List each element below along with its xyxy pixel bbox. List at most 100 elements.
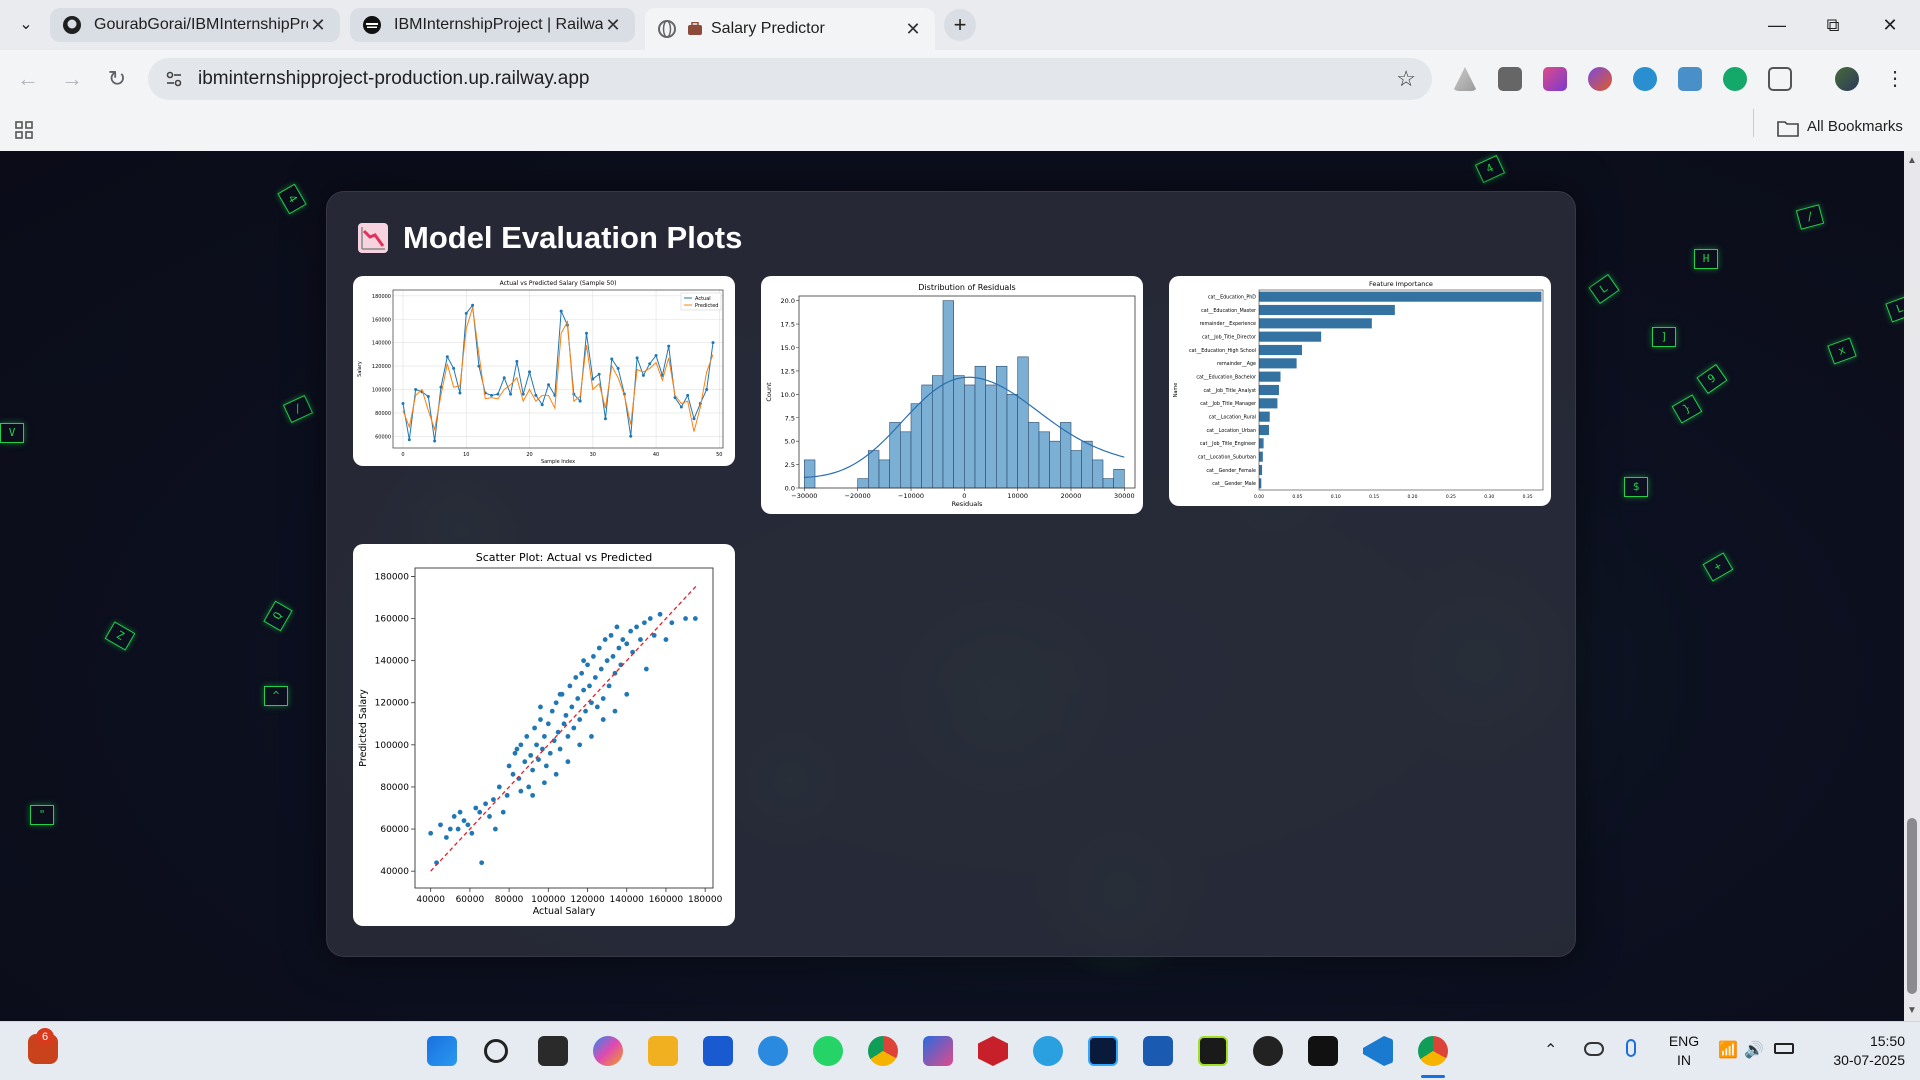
matrix-glyph: Z [104,621,136,651]
matrix-glyph: ] [1652,327,1676,347]
y-tick-label: 160000 [372,317,391,323]
legend-label: Predicted [695,303,718,309]
task-view-icon[interactable] [538,1036,568,1066]
microphone-icon[interactable] [1626,1039,1636,1057]
store-icon[interactable] [703,1036,733,1066]
scatter-point [587,683,592,689]
onedrive-icon[interactable] [1584,1042,1604,1056]
close-icon[interactable]: ✕ [603,15,623,36]
search-icon[interactable] [484,1039,508,1063]
obs-icon[interactable] [1253,1036,1283,1066]
wifi-icon[interactable]: 📶 [1718,1040,1738,1060]
scatter-point [518,742,524,748]
scatter-point [553,700,559,706]
telegram-icon[interactable] [1033,1036,1063,1066]
scatter-point [524,734,530,739]
close-icon[interactable]: ✕ [903,19,923,40]
plot-card-feature-importance[interactable]: Feature Importance cat__Education_PhD cat_… [1169,276,1551,506]
clock-date[interactable]: 30-07-2025 [1805,1052,1905,1068]
vscode-icon[interactable] [1363,1036,1393,1066]
browser-toolbar: ← → ↻ ibminternshipproject-production.up… [0,50,1920,108]
x-tick-label: −20000 [845,492,871,500]
extensions-puzzle-icon[interactable] [1768,67,1792,91]
new-tab-plus-icon[interactable]: + [944,9,976,41]
extension-window-icon[interactable] [1498,67,1522,91]
reload-icon[interactable]: ↻ [101,63,133,95]
back-arrow-icon[interactable]: ← [12,63,44,95]
avatar[interactable] [1835,67,1859,91]
category-label: cat__Education_PhD [1208,294,1256,300]
apps-grid-icon[interactable] [14,120,34,140]
scatter-point [522,759,528,765]
site-info-icon[interactable] [164,69,184,89]
evaluation-panel: Model Evaluation Plots Actual vs Predict… [326,191,1576,957]
extension-chat-icon[interactable] [1633,67,1657,91]
bookmark-star-icon[interactable]: ☆ [1396,66,1416,92]
scatter-point [530,792,536,798]
start-windows-icon[interactable] [427,1036,457,1066]
scatter-point [500,809,506,815]
all-bookmarks-link[interactable]: All Bookmarks [1807,118,1903,135]
tray-chevron-up-icon[interactable]: ⌃ [1544,1040,1557,1060]
scatter-point [477,809,483,815]
x-tick-label: 40 [653,452,659,458]
help-icon[interactable] [758,1036,788,1066]
page-scrollbar[interactable]: ▲ ▼ [1904,151,1920,1021]
histogram-bar [1006,394,1018,489]
photoshop-icon[interactable] [1088,1036,1118,1066]
scatter-point [443,835,449,840]
data-point-actual [635,356,639,360]
window-close-icon[interactable]: ✕ [1870,10,1910,40]
volume-icon[interactable]: 🔊 [1744,1040,1764,1060]
y-axis-label: Count [765,382,773,402]
box-app-icon[interactable] [1308,1036,1338,1066]
shield-app-icon[interactable] [978,1036,1008,1066]
tab-railway[interactable]: IBMInternshipProject | Railway ✕ [350,8,635,42]
extension-flag-icon[interactable] [1543,67,1567,91]
chrome-icon[interactable] [868,1036,898,1066]
pycharm-icon[interactable] [1198,1036,1228,1066]
battery-icon[interactable] [1774,1043,1794,1054]
importance-bar [1259,291,1542,302]
clock-time[interactable]: 15:50 [1815,1033,1905,1049]
y-tick-label: 180000 [372,294,391,300]
x-tick-label: 100000 [531,895,566,905]
forward-arrow-icon[interactable]: → [56,63,88,95]
extension-triangle-icon[interactable] [1453,67,1477,91]
restore-icon[interactable]: ⧉ [1813,10,1853,40]
copilot-icon[interactable] [593,1036,623,1066]
x-tick-label: 0.10 [1331,494,1341,500]
chrome-profile-icon[interactable] [1418,1036,1448,1066]
tab-salary-predictor[interactable]: Salary Predictor ✕ [645,8,935,50]
data-point-actual [547,383,551,387]
plot-card-scatter[interactable]: Scatter Plot: Actual vs Predicted 40000 60… [353,544,735,926]
extension-pdf-icon[interactable] [1678,67,1702,91]
extension-upwork-icon[interactable] [1723,67,1747,91]
plot-card-residuals[interactable]: Distribution of Residuals −30000 −20000 −10… [761,276,1143,514]
x-tick-label: 30 [590,452,596,458]
scatter-point [596,645,602,651]
matrix-glyph: " [30,805,54,825]
file-explorer-icon[interactable] [648,1036,678,1066]
scrollbar-thumb[interactable] [1907,818,1917,994]
extension-flame-icon[interactable] [1588,67,1612,91]
language-indicator[interactable]: ENG [1664,1033,1704,1049]
whatsapp-icon[interactable] [813,1036,843,1066]
minimize-icon[interactable]: — [1757,10,1797,40]
category-label: remainder__Age [1217,361,1256,367]
word-icon[interactable] [1143,1036,1173,1066]
tab-github[interactable]: GourabGorai/IBMInternshipProj ✕ [50,8,340,42]
scroll-up-arrow-icon[interactable]: ▲ [1907,155,1917,166]
tab-search-chevron-icon[interactable]: ⌄ [10,9,42,41]
scroll-down-arrow-icon[interactable]: ▼ [1907,1005,1917,1016]
region-indicator[interactable]: IN [1664,1052,1704,1068]
histogram-bar [868,450,880,489]
plot-card-actual-vs-predicted[interactable]: Actual vs Predicted Salary (Sample 50) 0 1… [353,276,735,466]
address-bar[interactable]: ibminternshipproject-production.up.railw… [148,58,1432,100]
m365-icon[interactable] [923,1036,953,1066]
scatter-point [634,624,639,630]
importance-bar [1259,304,1395,316]
scatter-point [469,830,475,836]
kebab-menu-icon[interactable]: ⋮ [1879,63,1911,95]
close-icon[interactable]: ✕ [308,15,328,36]
